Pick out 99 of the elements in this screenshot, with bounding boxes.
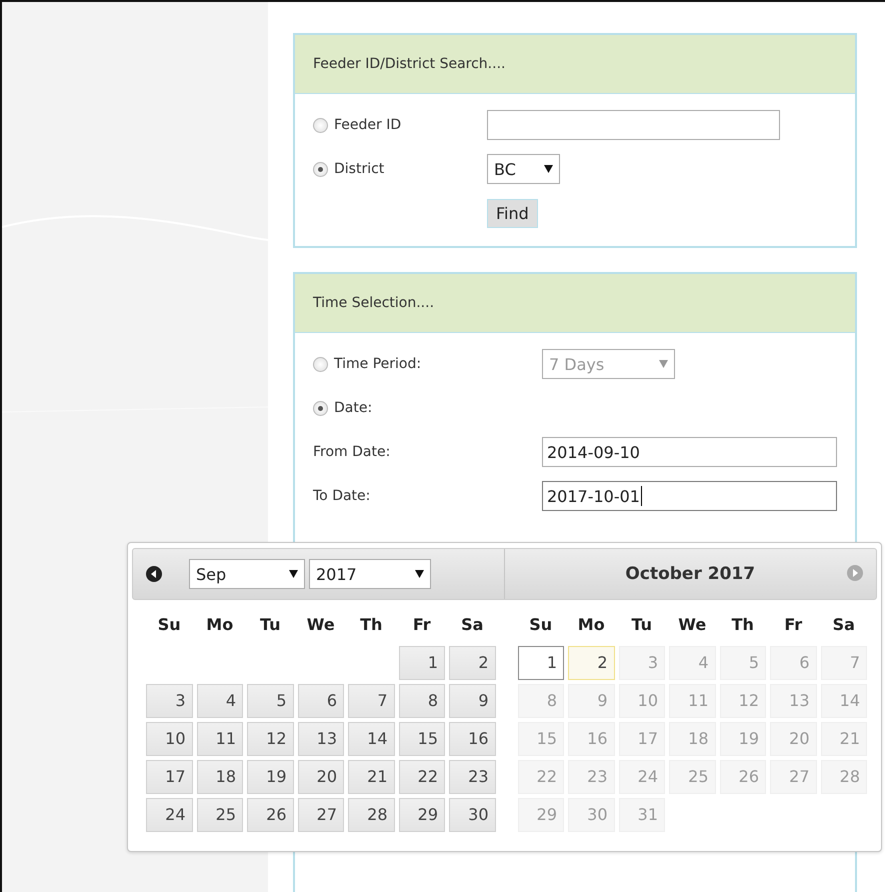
- day-cell[interactable]: 8: [398, 684, 445, 718]
- day-cell: 26: [720, 760, 766, 794]
- dropdown-arrow-icon: [659, 360, 668, 368]
- day-cell: 24: [618, 760, 665, 794]
- day-cell: 7: [820, 646, 867, 680]
- day-cell[interactable]: 2: [568, 646, 614, 680]
- day-cell: 4: [669, 646, 716, 680]
- day-cell[interactable]: 15: [398, 722, 445, 756]
- weekday-label: Mo: [205, 614, 234, 636]
- day-cell[interactable]: 1: [518, 646, 564, 680]
- option-label: Time Period:: [334, 356, 422, 372]
- day-cell: 15: [518, 722, 564, 756]
- day-cell: 16: [568, 722, 614, 756]
- weekday-label: We: [306, 614, 336, 636]
- day-cell[interactable]: 29: [398, 798, 445, 832]
- option-label: Date:: [334, 400, 372, 416]
- feeder-id-field[interactable]: [487, 110, 780, 140]
- radio-button[interactable]: [313, 118, 328, 132]
- dropdown-arrow-icon: [544, 165, 553, 173]
- day-cell: 20: [770, 722, 816, 756]
- weekday-label: Fr: [783, 614, 804, 636]
- field-label: To Date:: [313, 488, 372, 504]
- day-cell: 22: [518, 760, 564, 794]
- day-cell[interactable]: 27: [298, 798, 344, 832]
- day-cell: 8: [518, 684, 564, 718]
- day-cell[interactable]: 19: [247, 760, 294, 794]
- day-cell: 30: [568, 798, 614, 832]
- weekday-label: We: [677, 614, 708, 636]
- weekday-label: Fr: [412, 614, 432, 636]
- day-cell: 6: [770, 646, 816, 680]
- date-field[interactable]: 2014-09-10: [542, 437, 837, 467]
- option-label: Feeder ID: [334, 117, 402, 133]
- day-cell[interactable]: 5: [247, 684, 294, 718]
- day-cell: 14: [820, 684, 867, 718]
- day-cell: 21: [820, 722, 867, 756]
- weekday-label: Tu: [258, 614, 282, 636]
- weekday-label: Tu: [630, 614, 654, 636]
- weekday-label: Mo: [576, 614, 606, 636]
- year-dropdown[interactable]: 2017: [309, 559, 431, 589]
- day-cell: 18: [669, 722, 716, 756]
- day-cell[interactable]: 14: [348, 722, 394, 756]
- day-cell: 10: [618, 684, 665, 718]
- weekday-label: Su: [528, 614, 554, 636]
- day-cell[interactable]: 10: [146, 722, 192, 756]
- weekday-label: Th: [359, 614, 384, 636]
- panel-header: Feeder ID/District Search....: [295, 35, 855, 94]
- day-cell: 25: [669, 760, 716, 794]
- day-cell: 23: [568, 760, 614, 794]
- day-cell: 27: [770, 760, 816, 794]
- day-cell: 5: [720, 646, 766, 680]
- panel-header: Time Selection....: [295, 274, 855, 333]
- month-dropdown[interactable]: Sep: [189, 559, 305, 589]
- weekday-label: Sa: [832, 614, 856, 636]
- day-cell[interactable]: 20: [298, 760, 344, 794]
- previous-icon[interactable]: [145, 565, 163, 583]
- day-cell: 12: [720, 684, 766, 718]
- day-cell: 9: [568, 684, 614, 718]
- find-button[interactable]: Find: [487, 198, 538, 228]
- day-cell[interactable]: 24: [146, 798, 192, 832]
- day-cell: 31: [618, 798, 665, 832]
- day-cell[interactable]: 17: [146, 760, 192, 794]
- day-cell[interactable]: 16: [449, 722, 496, 756]
- day-cell[interactable]: 11: [196, 722, 243, 756]
- day-cell[interactable]: 3: [146, 684, 192, 718]
- day-cell: 28: [820, 760, 867, 794]
- radio-button[interactable]: [313, 400, 328, 416]
- day-cell: 29: [518, 798, 564, 832]
- day-cell[interactable]: 2: [449, 646, 496, 680]
- day-cell: 13: [770, 684, 816, 718]
- radio-button[interactable]: [313, 162, 328, 176]
- month-title: October 2017: [625, 564, 756, 584]
- day-cell[interactable]: 26: [247, 798, 294, 832]
- dropdown[interactable]: BC: [487, 154, 560, 184]
- dropdown-arrow-icon: [415, 570, 424, 578]
- day-cell[interactable]: 6: [298, 684, 344, 718]
- option-label: District: [334, 161, 384, 177]
- weekday-label: Sa: [460, 614, 484, 636]
- day-cell[interactable]: 13: [298, 722, 344, 756]
- weekday-label: Su: [156, 614, 182, 636]
- day-cell[interactable]: 4: [196, 684, 243, 718]
- day-cell: 17: [618, 722, 665, 756]
- day-cell[interactable]: 28: [348, 798, 394, 832]
- dropdown-arrow-icon: [289, 570, 298, 578]
- day-cell[interactable]: 9: [449, 684, 496, 718]
- day-cell[interactable]: 30: [449, 798, 496, 832]
- day-cell[interactable]: 7: [348, 684, 394, 718]
- day-cell[interactable]: 22: [398, 760, 445, 794]
- day-cell[interactable]: 25: [196, 798, 243, 832]
- day-cell[interactable]: 18: [196, 760, 243, 794]
- day-cell: 19: [720, 722, 766, 756]
- field-label: From Date:: [313, 444, 392, 460]
- day-cell: 3: [618, 646, 665, 680]
- day-cell[interactable]: 12: [247, 722, 294, 756]
- day-cell: 11: [669, 684, 716, 718]
- weekday-label: Th: [730, 614, 755, 636]
- day-cell[interactable]: 23: [449, 760, 496, 794]
- day-cell[interactable]: 21: [348, 760, 394, 794]
- date-field[interactable]: 2017-10-01: [542, 481, 837, 511]
- day-cell[interactable]: 1: [398, 646, 445, 680]
